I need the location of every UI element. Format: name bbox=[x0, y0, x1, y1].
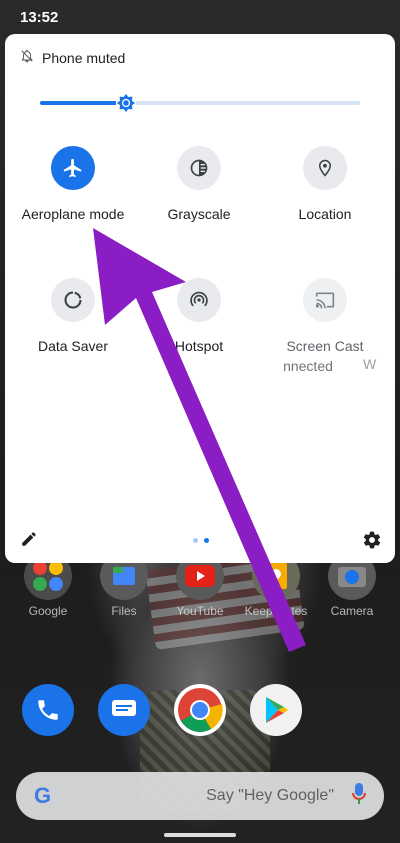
app-label: YouTube bbox=[176, 604, 224, 618]
gesture-nav-pill[interactable] bbox=[164, 833, 236, 837]
play-store-icon[interactable] bbox=[250, 684, 302, 736]
status-bar: 13:52 bbox=[0, 0, 400, 34]
brightness-sun-icon[interactable] bbox=[115, 92, 137, 114]
ringer-status: Phone muted bbox=[42, 49, 126, 66]
brightness-slider[interactable] bbox=[40, 101, 360, 105]
app-label: Google bbox=[28, 604, 68, 618]
edit-pencil-icon[interactable] bbox=[20, 530, 40, 550]
page-dot bbox=[193, 538, 198, 543]
status-time: 13:52 bbox=[20, 9, 59, 26]
app-label: Files bbox=[111, 604, 137, 618]
grayscale-icon bbox=[177, 146, 221, 190]
location-pin-icon bbox=[303, 146, 347, 190]
brightness-fill bbox=[40, 101, 126, 105]
google-search-bar[interactable]: G Say "Hey Google" bbox=[16, 772, 384, 820]
page-dot bbox=[204, 538, 209, 543]
home-dock bbox=[0, 684, 400, 736]
tile-label: Aeroplane mode bbox=[21, 206, 125, 222]
tile-location[interactable]: Location bbox=[260, 146, 390, 222]
airplane-icon bbox=[51, 146, 95, 190]
tile-label: Grayscale bbox=[167, 206, 231, 222]
tile-label: Screen Cast bbox=[286, 338, 364, 354]
tile-label: Location bbox=[298, 206, 352, 222]
search-hint: Say "Hey Google" bbox=[206, 787, 334, 804]
tile-data-saver[interactable]: Data Saver bbox=[8, 278, 138, 354]
data-saver-icon bbox=[51, 278, 95, 322]
quick-settings-panel: Phone muted Aeroplane mode Grayscale Loc… bbox=[5, 34, 395, 563]
microphone-icon[interactable] bbox=[352, 782, 366, 810]
chrome-icon[interactable] bbox=[174, 684, 226, 736]
tile-hotspot[interactable]: Hotspot bbox=[134, 278, 264, 354]
tile-label: Data Saver bbox=[37, 338, 109, 354]
qs-status-header: Phone muted bbox=[20, 49, 125, 66]
hotspot-icon bbox=[177, 278, 221, 322]
tile-grayscale[interactable]: Grayscale bbox=[134, 146, 264, 222]
tile-aeroplane-mode[interactable]: Aeroplane mode bbox=[8, 146, 138, 222]
bell-off-icon bbox=[20, 49, 42, 66]
messages-icon[interactable] bbox=[98, 684, 150, 736]
partial-tile-label: W bbox=[363, 356, 377, 372]
settings-gear-icon[interactable] bbox=[362, 530, 384, 552]
google-logo-icon: G bbox=[34, 783, 52, 808]
cast-icon bbox=[303, 278, 347, 322]
tile-label: Hotspot bbox=[174, 338, 224, 354]
phone-icon[interactable] bbox=[22, 684, 74, 736]
tile-sublabel: nnected bbox=[283, 358, 333, 374]
app-label: Camera bbox=[330, 604, 374, 618]
page-indicator bbox=[193, 538, 209, 543]
app-label: Keep Notes bbox=[244, 604, 308, 618]
